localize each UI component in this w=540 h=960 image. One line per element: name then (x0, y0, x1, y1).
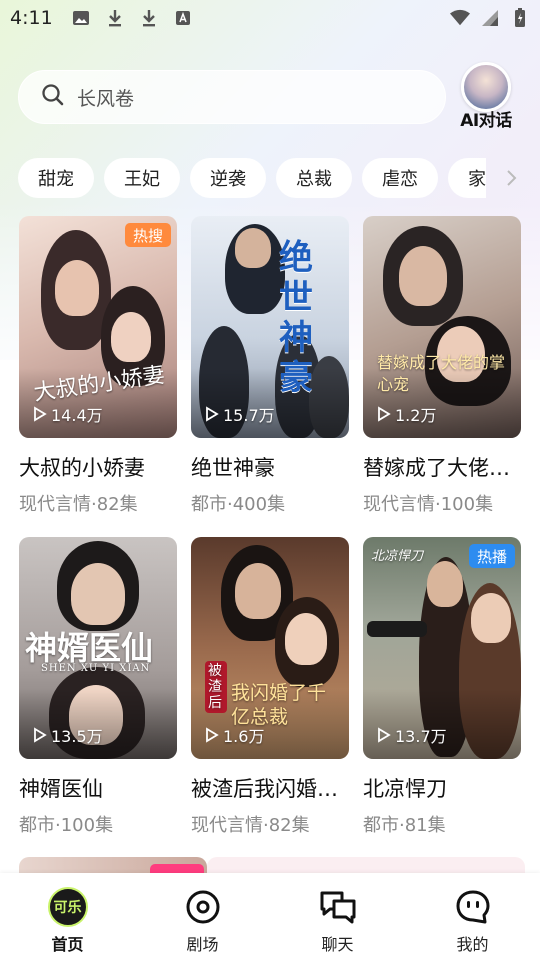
cover-figure (285, 613, 327, 665)
cover-figure (71, 563, 125, 625)
theater-icon (183, 887, 223, 927)
cover-subtitle-text: SHEN XU YI XIAN (41, 663, 151, 674)
view-count-text: 14.4万 (51, 406, 103, 425)
drama-card[interactable]: 被渣后 我闪婚了千亿总裁 1.6万 被渣后我闪婚了千亿总裁 现代言情·82集 (191, 537, 351, 837)
view-count-text: 1.6万 (223, 727, 265, 746)
drama-title[interactable]: 大叔的小娇妻 (19, 452, 179, 482)
bottom-nav: 可乐 首页 剧场 聊天 我的 (0, 873, 540, 960)
cover-title-text: 我闪婚了千亿总裁 (231, 682, 327, 728)
drama-cover[interactable]: 被渣后 我闪婚了千亿总裁 1.6万 (191, 537, 349, 759)
hot-badge: 热搜 (124, 223, 171, 247)
drama-meta: 现代言情·82集 (191, 815, 310, 836)
view-count: 13.7万 (377, 723, 447, 747)
cover-figure (235, 228, 271, 268)
nav-label: 我的 (456, 935, 489, 954)
category-chip[interactable]: 甜宠 (18, 158, 94, 198)
view-count-text: 1.2万 (395, 406, 437, 425)
cover-title-text: 北凉悍刀 (371, 549, 424, 564)
drama-card[interactable]: 北凉悍刀 热播 13.7万 北凉悍刀 都市·81集 (363, 537, 521, 837)
drama-title[interactable]: 北凉悍刀 (363, 773, 523, 803)
category-chip[interactable]: 王妃 (104, 158, 180, 198)
cover-title-text: 替嫁成了大佬的掌心宠 (377, 353, 506, 394)
home-logo-icon: 可乐 (47, 887, 88, 927)
cover-figure (235, 563, 281, 619)
chat-icon (318, 887, 358, 927)
view-count-text: 15.7万 (223, 406, 275, 425)
drama-title[interactable]: 替嫁成了大佬的掌心宠 (363, 452, 523, 482)
view-count-text: 13.5万 (51, 727, 103, 746)
ai-chat-label: AI对话 (460, 111, 512, 131)
cellular-signal-icon (480, 8, 500, 28)
logo-text: 可乐 (53, 900, 82, 916)
view-count: 14.4万 (33, 402, 103, 426)
category-chip[interactable]: 虐恋 (362, 158, 438, 198)
drama-title[interactable]: 神婿医仙 (19, 773, 179, 803)
font-notification-icon (173, 8, 193, 28)
hot-play-badge: 热播 (468, 544, 515, 568)
drama-meta: 都市·81集 (363, 815, 446, 836)
status-time: 4:11 (10, 7, 53, 29)
drama-cover[interactable]: 绝世神豪 15.7万 (191, 216, 349, 438)
view-count: 1.6万 (205, 723, 264, 747)
drama-card[interactable]: 大叔的小娇妻 热搜 14.4万 大叔的小娇妻 现代言情·82集 (19, 216, 177, 516)
status-bar: 4:11 (0, 0, 540, 36)
cover-figure (111, 312, 151, 362)
cover-figure (367, 621, 427, 637)
nav-profile[interactable]: 我的 (405, 873, 540, 960)
cover-figure (471, 593, 511, 643)
download-notification-icon (105, 8, 125, 28)
drama-cover[interactable]: 大叔的小娇妻 热搜 14.4万 (19, 216, 177, 438)
ai-chat-button[interactable]: AI对话 (455, 62, 517, 134)
drama-meta: 现代言情·82集 (19, 494, 138, 515)
search-input[interactable]: 长风卷 (18, 70, 446, 124)
cover-figure (399, 246, 447, 306)
profile-icon (453, 887, 493, 927)
ai-avatar (461, 62, 511, 112)
nav-label: 聊天 (321, 935, 354, 954)
battery-icon (510, 8, 530, 28)
play-icon (206, 727, 219, 743)
view-count-text: 13.7万 (395, 727, 447, 746)
drama-meta: 现代言情·100集 (363, 494, 494, 515)
drama-cover[interactable]: 神婿医仙 SHEN XU YI XIAN 13.5万 (19, 537, 177, 759)
play-icon (34, 406, 47, 422)
play-icon (206, 406, 219, 422)
nav-label: 剧场 (186, 935, 219, 954)
drama-cover[interactable]: 北凉悍刀 热播 13.7万 (363, 537, 521, 759)
drama-meta: 都市·400集 (191, 494, 286, 515)
view-count: 13.5万 (33, 723, 103, 747)
search-placeholder: 长风卷 (77, 87, 135, 110)
download-notification-icon-2 (139, 8, 159, 28)
play-icon (34, 727, 47, 743)
category-chip[interactable]: 逆袭 (190, 158, 266, 198)
play-icon (378, 406, 391, 422)
nav-home[interactable]: 可乐 首页 (0, 873, 135, 960)
cover-figure (55, 260, 99, 316)
drama-card[interactable]: 替嫁成了大佬的掌心宠 1.2万 替嫁成了大佬的掌心宠 现代言情·100集 (363, 216, 523, 516)
category-chip[interactable]: 家 (448, 158, 486, 198)
cover-tag-text: 被渣后 (205, 661, 227, 713)
image-notification-icon (71, 8, 91, 28)
cover-figure (427, 561, 463, 607)
cover-title-text: 绝世神豪 (279, 238, 313, 398)
drama-title[interactable]: 绝世神豪 (191, 452, 351, 482)
drama-card[interactable]: 神婿医仙 SHEN XU YI XIAN 13.5万 神婿医仙 都市·100集 (19, 537, 177, 837)
drama-card[interactable]: 绝世神豪 15.7万 绝世神豪 都市·400集 (191, 216, 349, 516)
category-chip[interactable]: 总裁 (276, 158, 352, 198)
search-icon (41, 83, 65, 111)
nav-chat[interactable]: 聊天 (270, 873, 405, 960)
drama-cover[interactable]: 替嫁成了大佬的掌心宠 1.2万 (363, 216, 521, 438)
view-count: 1.2万 (377, 402, 436, 426)
chevron-right-icon[interactable] (504, 168, 518, 188)
drama-meta: 都市·100集 (19, 815, 114, 836)
view-count: 15.7万 (205, 402, 275, 426)
play-icon (378, 727, 391, 743)
category-chips: 甜宠 王妃 逆袭 总裁 虐恋 家 (18, 158, 486, 198)
drama-title[interactable]: 被渣后我闪婚了千亿总裁 (191, 773, 351, 803)
nav-theater[interactable]: 剧场 (135, 873, 270, 960)
nav-label: 首页 (51, 935, 84, 954)
wifi-icon (450, 8, 470, 28)
